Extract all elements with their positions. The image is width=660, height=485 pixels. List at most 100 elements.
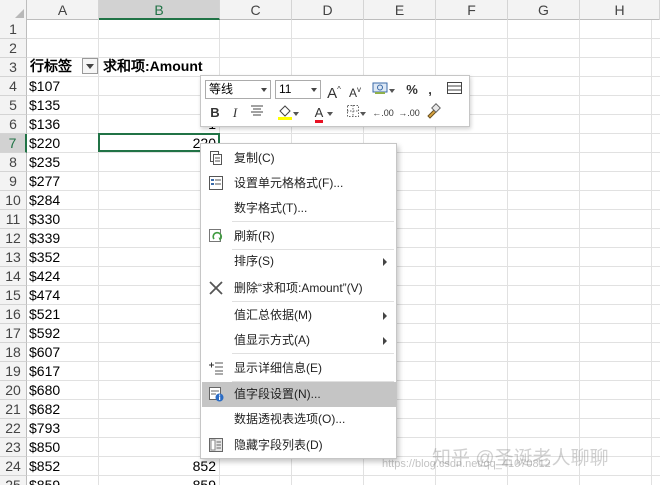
row-header[interactable]: 23 <box>0 438 27 457</box>
row-header[interactable]: 18 <box>0 343 27 362</box>
context-menu-item[interactable]: 刷新(R) <box>202 224 396 249</box>
row-label-cell[interactable]: $220 <box>29 134 97 153</box>
format-cells-icon <box>208 175 224 191</box>
row-header[interactable]: 9 <box>0 172 27 191</box>
align-center-button[interactable] <box>247 103 267 123</box>
row-header[interactable]: 25 <box>0 476 27 485</box>
row-label-cell[interactable]: $330 <box>29 210 97 229</box>
comma-style-button[interactable]: , <box>423 80 437 100</box>
row-header[interactable]: 6 <box>0 115 27 134</box>
row-header[interactable]: 8 <box>0 153 27 172</box>
row-label-cell[interactable]: $135 <box>29 96 97 115</box>
column-header-c[interactable]: C <box>220 0 292 20</box>
row-header[interactable]: 16 <box>0 305 27 324</box>
select-all-corner[interactable] <box>0 0 27 20</box>
row-label-cell[interactable]: $793 <box>29 419 97 438</box>
column-header-h[interactable]: H <box>580 0 660 20</box>
row-header[interactable]: 22 <box>0 419 27 438</box>
context-menu-item[interactable]: 值显示方式(A) <box>202 328 396 353</box>
context-menu-item[interactable]: 隐藏字段列表(D) <box>202 433 396 458</box>
row-header[interactable]: 2 <box>0 39 27 58</box>
grow-font-button[interactable]: A^ <box>325 80 343 102</box>
decrease-decimal-button[interactable]: →.00 <box>397 103 421 123</box>
row-label-cell[interactable]: $521 <box>29 305 97 324</box>
row-label-cell[interactable]: $592 <box>29 324 97 343</box>
context-menu-item[interactable]: 显示详细信息(E) <box>202 356 396 381</box>
font-size-value: 11 <box>279 82 292 96</box>
font-color-icon: A <box>314 106 324 123</box>
row-header[interactable]: 14 <box>0 267 27 286</box>
fill-color-button[interactable] <box>271 103 299 123</box>
row-header[interactable]: 17 <box>0 324 27 343</box>
row-label-cell[interactable]: $607 <box>29 343 97 362</box>
context-menu-item[interactable]: 复制(C) <box>202 146 396 171</box>
chevron-down-icon <box>389 89 395 93</box>
borders-button[interactable] <box>339 103 367 123</box>
menu-separator <box>232 353 394 354</box>
increase-decimal-button[interactable]: ←.00 <box>371 103 395 123</box>
format-painter-button[interactable] <box>423 103 443 123</box>
row-label-cell[interactable]: $107 <box>29 77 97 96</box>
column-header-e[interactable]: E <box>364 0 436 20</box>
row-header[interactable]: 19 <box>0 362 27 381</box>
row-label-cell[interactable]: $852 <box>29 457 97 476</box>
row-label-cell[interactable]: $284 <box>29 191 97 210</box>
row-label-cell[interactable]: $235 <box>29 153 97 172</box>
value-cell[interactable]: 859 <box>100 476 218 485</box>
row-label-cell[interactable]: $859 <box>29 476 97 485</box>
context-menu-item[interactable]: 数据透视表选项(O)... <box>202 407 396 432</box>
row-label-cell[interactable]: $277 <box>29 172 97 191</box>
shrink-font-button[interactable]: Av <box>346 80 364 100</box>
context-menu-item[interactable]: 值汇总依据(M) <box>202 303 396 328</box>
row-header[interactable]: 5 <box>0 96 27 115</box>
row-header[interactable]: 10 <box>0 191 27 210</box>
menu-separator <box>232 221 394 222</box>
row-header[interactable]: 7 <box>0 134 27 153</box>
row-label-cell[interactable]: $680 <box>29 381 97 400</box>
row-header[interactable]: 1 <box>0 20 27 39</box>
row-header[interactable]: 13 <box>0 248 27 267</box>
accounting-format-button[interactable] <box>367 80 395 100</box>
row-label-cell[interactable]: $474 <box>29 286 97 305</box>
row-label-cell[interactable]: $682 <box>29 400 97 419</box>
column-header-a[interactable]: A <box>27 0 99 20</box>
row-header[interactable]: 12 <box>0 229 27 248</box>
watermark-url: https://blog.csdn.net/qq_41070812 <box>382 458 551 470</box>
row-labels-header[interactable]: 行标签 <box>30 57 72 76</box>
row-header[interactable]: 21 <box>0 400 27 419</box>
context-menu-item[interactable]: 设置单元格格式(F)... <box>202 171 396 196</box>
row-header[interactable]: 11 <box>0 210 27 229</box>
value-field-header[interactable]: 求和项:Amount <box>103 57 203 76</box>
percent-style-button[interactable]: % <box>403 80 421 100</box>
font-color-button[interactable]: A <box>305 103 333 123</box>
row-label-cell[interactable]: $339 <box>29 229 97 248</box>
column-header-b[interactable]: B <box>99 0 220 20</box>
context-menu-item[interactable]: 数字格式(T)... <box>202 196 396 221</box>
format-painter-icon <box>427 103 441 119</box>
row-label-cell[interactable]: $617 <box>29 362 97 381</box>
column-header-g[interactable]: G <box>508 0 580 20</box>
row-header[interactable]: 3 <box>0 58 27 77</box>
row-header[interactable]: 20 <box>0 381 27 400</box>
font-size-box[interactable]: 11 <box>275 80 321 99</box>
context-menu-item[interactable]: 值字段设置(N)... <box>202 382 396 407</box>
filter-dropdown-button[interactable] <box>82 58 98 74</box>
context-menu-item-label: 刷新(R) <box>234 229 275 243</box>
row-header[interactable]: 24 <box>0 457 27 476</box>
bold-button[interactable]: B <box>207 103 223 123</box>
row-label-cell[interactable]: $850 <box>29 438 97 457</box>
font-name-box[interactable]: 等线 <box>205 80 271 99</box>
column-header-d[interactable]: D <box>292 0 364 20</box>
row-header[interactable]: 4 <box>0 77 27 96</box>
row-label-cell[interactable]: $136 <box>29 115 97 134</box>
italic-button[interactable]: I <box>227 103 243 123</box>
row-label-cell[interactable]: $424 <box>29 267 97 286</box>
row-label-cell[interactable]: $352 <box>29 248 97 267</box>
context-menu-item[interactable]: 排序(S) <box>202 249 396 274</box>
format-painter-wide-button[interactable] <box>445 80 465 100</box>
grid-line <box>507 20 508 485</box>
context-menu-item[interactable]: 删除“求和项:Amount”(V) <box>202 276 396 301</box>
row-header[interactable]: 15 <box>0 286 27 305</box>
column-header-f[interactable]: F <box>436 0 508 20</box>
value-cell[interactable]: 852 <box>100 457 218 476</box>
